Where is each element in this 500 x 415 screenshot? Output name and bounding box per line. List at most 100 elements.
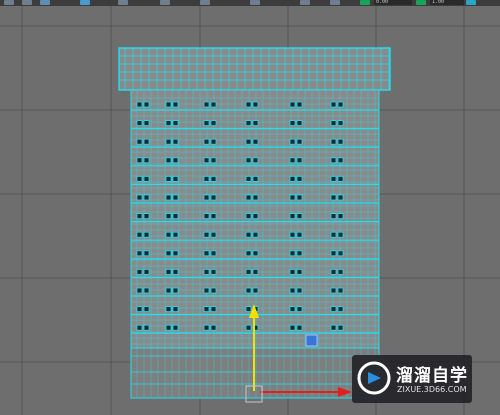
window <box>245 324 252 331</box>
window <box>203 213 210 220</box>
window <box>296 175 303 182</box>
snap-icon[interactable] <box>118 0 128 5</box>
window <box>245 250 252 257</box>
window <box>143 101 150 108</box>
window <box>330 231 337 238</box>
window <box>210 231 217 238</box>
window <box>203 120 210 126</box>
rotate-icon[interactable] <box>22 0 32 5</box>
window <box>165 138 172 145</box>
window <box>172 175 179 182</box>
window <box>330 324 337 331</box>
window <box>252 157 259 164</box>
window <box>289 306 296 313</box>
window <box>296 120 303 126</box>
window <box>330 194 337 201</box>
window <box>165 194 172 201</box>
window <box>172 120 179 126</box>
window <box>172 101 179 108</box>
window <box>165 157 172 164</box>
window <box>136 213 143 220</box>
window <box>172 231 179 238</box>
window <box>203 138 210 145</box>
window <box>252 231 259 238</box>
window <box>245 287 252 294</box>
window <box>143 231 150 238</box>
window <box>330 120 337 126</box>
window <box>245 157 252 164</box>
window <box>245 268 252 275</box>
window <box>165 268 172 275</box>
window <box>210 250 217 257</box>
window <box>289 268 296 275</box>
window <box>330 175 337 182</box>
toggle-b-icon[interactable] <box>416 0 426 5</box>
window <box>136 306 143 313</box>
window <box>136 324 143 331</box>
window <box>210 138 217 145</box>
window <box>143 287 150 294</box>
window <box>210 175 217 182</box>
window <box>330 250 337 257</box>
window <box>203 324 210 331</box>
window <box>289 213 296 220</box>
window <box>210 194 217 201</box>
value-field-b[interactable]: 1.00 <box>430 0 464 5</box>
window <box>337 324 344 331</box>
window <box>245 138 252 145</box>
window <box>172 157 179 164</box>
window <box>172 213 179 220</box>
render-icon[interactable] <box>300 0 310 5</box>
settings-icon[interactable] <box>160 0 170 5</box>
window <box>337 268 344 275</box>
link-icon[interactable] <box>200 0 210 5</box>
window <box>252 287 259 294</box>
move-icon[interactable] <box>4 0 14 5</box>
window <box>203 268 210 275</box>
window <box>136 101 143 108</box>
window <box>165 101 172 108</box>
window <box>203 175 210 182</box>
selected-vertex[interactable] <box>305 334 318 347</box>
window <box>165 324 172 331</box>
window <box>296 138 303 145</box>
window <box>172 324 179 331</box>
toggle-c-icon[interactable] <box>466 0 476 5</box>
window <box>296 194 303 201</box>
window <box>245 101 252 108</box>
window <box>337 194 344 201</box>
window <box>245 231 252 238</box>
window <box>296 306 303 313</box>
window <box>136 175 143 182</box>
window <box>172 287 179 294</box>
window <box>143 306 150 313</box>
window <box>337 287 344 294</box>
window <box>252 268 259 275</box>
3d-viewport[interactable]: 溜溜自学 ZIXUE.3D66.COM <box>0 6 500 415</box>
window <box>296 157 303 164</box>
window <box>136 194 143 201</box>
window <box>203 101 210 108</box>
window <box>252 120 259 126</box>
window <box>210 287 217 294</box>
menu-icon[interactable] <box>330 0 340 5</box>
window <box>337 250 344 257</box>
value-field-a[interactable]: 0.00 <box>374 0 412 5</box>
window <box>252 213 259 220</box>
window <box>136 231 143 238</box>
window <box>143 157 150 164</box>
window <box>143 194 150 201</box>
window <box>245 120 252 126</box>
select-icon[interactable] <box>80 0 90 5</box>
window <box>330 101 337 108</box>
watermark-badge: 溜溜自学 ZIXUE.3D66.COM <box>352 355 472 403</box>
window <box>289 138 296 145</box>
toggle-a-icon[interactable] <box>360 0 370 5</box>
window <box>289 250 296 257</box>
camera-icon[interactable] <box>250 0 260 5</box>
window <box>136 268 143 275</box>
window <box>136 250 143 257</box>
window <box>330 157 337 164</box>
scale-icon[interactable] <box>40 0 50 5</box>
window <box>143 175 150 182</box>
